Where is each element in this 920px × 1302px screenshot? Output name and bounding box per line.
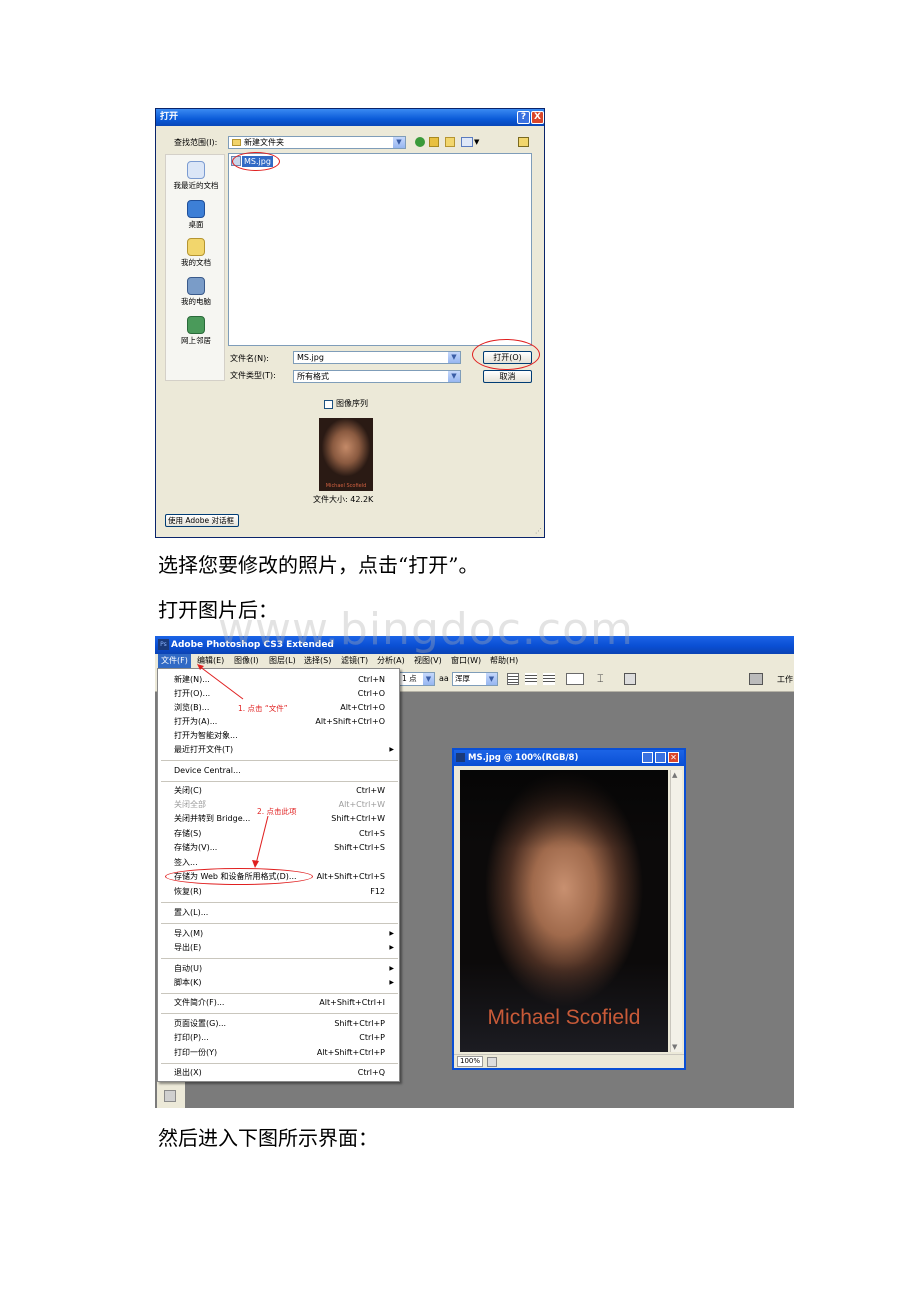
chevron-down-icon[interactable]: ▼ <box>448 371 460 382</box>
arrow-to-save-for-web <box>255 815 269 865</box>
help-button[interactable]: ? <box>517 111 530 124</box>
zoom-field[interactable]: 100% <box>457 1056 483 1067</box>
scroll-down-icon[interactable]: ▼ <box>672 1043 677 1051</box>
highlight-oval <box>232 152 280 171</box>
desktop-icon <box>187 200 205 218</box>
image-sequence-checkbox[interactable] <box>324 400 333 409</box>
my-documents-icon <box>187 238 205 256</box>
maximize-button[interactable] <box>655 752 666 763</box>
vertical-scrollbar[interactable]: ▲ ▼ <box>670 770 682 1052</box>
filename-label: 文件名(N): <box>230 354 269 363</box>
document-window: MS.jpg @ 100%(RGB/8) ✕ Michael Scofield … <box>452 748 686 1070</box>
chevron-down-icon[interactable]: ▼ <box>448 352 460 363</box>
document-icon <box>456 753 465 762</box>
network-places-icon <box>187 316 205 334</box>
place-desktop[interactable]: 桌面 <box>166 200 226 229</box>
look-in-select[interactable]: 新建文件夹 ▼ <box>228 136 406 149</box>
back-icon[interactable] <box>415 137 425 147</box>
up-folder-icon[interactable] <box>429 137 439 147</box>
new-folder-icon[interactable] <box>445 137 455 147</box>
filetype-select[interactable]: 所有格式 ▼ <box>293 370 461 383</box>
desktop-icon[interactable] <box>518 137 529 147</box>
look-in-label: 查找范围(I): <box>174 138 218 147</box>
document-title: MS.jpg @ 100%(RGB/8) <box>468 753 579 763</box>
places-bar: 我最近的文档 桌面 我的文档 我的电脑 网上邻居 <box>165 154 225 381</box>
place-network[interactable]: 网上邻居 <box>166 316 226 345</box>
filename-input[interactable]: MS.jpg ▼ <box>293 351 461 364</box>
my-computer-icon <box>187 277 205 295</box>
close-icon[interactable]: ✕ <box>668 752 679 763</box>
paragraph-1: 选择您要修改的照片，点击“打开”。 <box>158 553 479 577</box>
folder-icon <box>232 139 241 146</box>
place-recent[interactable]: 我最近的文档 <box>166 161 226 190</box>
resize-grip[interactable]: ⋰ <box>535 527 542 535</box>
file-size-label: 文件大小: 42.2K <box>313 495 374 504</box>
status-bar: 100% <box>454 1054 684 1068</box>
place-my-computer[interactable]: 我的电脑 <box>166 277 226 306</box>
adobe-dialog-button[interactable]: 使用 Adobe 对话框 <box>165 514 239 527</box>
scroll-up-icon[interactable]: ▲ <box>672 771 677 779</box>
filetype-label: 文件类型(T): <box>230 371 276 380</box>
paragraph-3: 然后进入下图所示界面： <box>158 1126 378 1150</box>
dialog-titlebar: 打开 <box>156 109 544 126</box>
file-list[interactable]: MS.jpg <box>228 153 532 346</box>
view-menu-icon[interactable] <box>461 137 473 147</box>
status-menu-icon[interactable] <box>487 1057 497 1067</box>
document-photo[interactable]: Michael Scofield <box>460 770 668 1052</box>
watermark: www.bingdoc.com <box>218 604 634 655</box>
thumbnail-caption: Michael Scofield <box>325 483 367 489</box>
preview-thumbnail: Michael Scofield <box>319 418 373 491</box>
photo-shade <box>460 770 668 849</box>
chevron-down-icon[interactable]: ▼ <box>474 138 479 146</box>
photoshop-window: Adobe Photoshop CS3 Extended Ps 文件(F) 编辑… <box>155 636 794 1108</box>
chevron-down-icon[interactable]: ▼ <box>393 137 405 148</box>
place-my-documents[interactable]: 我的文档 <box>166 238 226 267</box>
cancel-button[interactable]: 取消 <box>483 370 532 383</box>
photo-caption: Michael Scofield <box>487 1006 641 1029</box>
arrow-head <box>252 860 259 868</box>
arrow-to-file-menu <box>198 665 244 700</box>
recent-documents-icon <box>187 161 205 179</box>
image-sequence-label: 图像序列 <box>336 399 368 408</box>
open-dialog: 打开 ? X 查找范围(I): 新建文件夹 ▼ ▼ 我最近的文档 桌面 我的文档… <box>155 108 545 538</box>
dialog-title: 打开 <box>160 112 179 122</box>
highlight-oval <box>472 339 540 370</box>
close-button[interactable]: X <box>531 111 544 124</box>
minimize-button[interactable] <box>642 752 653 763</box>
